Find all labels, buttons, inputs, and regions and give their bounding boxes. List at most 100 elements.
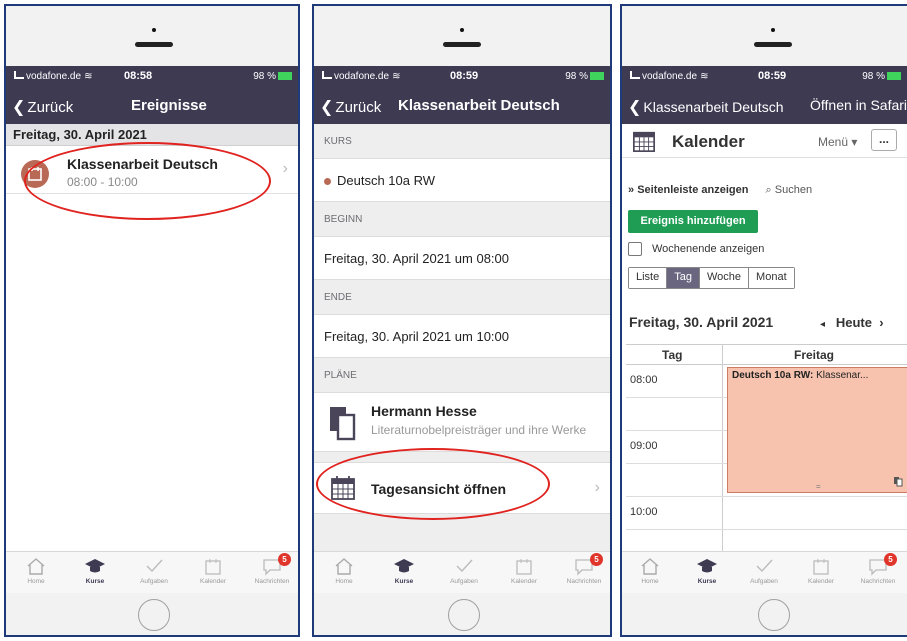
page-title: Klassenarbeit Deutsch [398, 97, 560, 114]
camera-dot [152, 28, 156, 32]
tab-nachrichten[interactable]: Nachrichten 5 [244, 553, 298, 585]
chevron-left-icon: ❮ [320, 99, 334, 116]
checkmark-icon [146, 559, 163, 573]
tab-home[interactable]: Home [622, 556, 678, 585]
sidebar-links: » Seitenleiste anzeigen ⌕ Suchen [628, 184, 812, 197]
wifi-icon: ≋ [392, 71, 401, 82]
weekend-checkbox[interactable] [628, 242, 642, 256]
nav-bar: ❮ Klassenarbeit Deutsch Öffnen in Safari [622, 88, 907, 124]
tab-aufgaben[interactable]: Aufgaben [736, 556, 792, 585]
highlight-ellipse [24, 142, 271, 220]
add-event-button[interactable]: Ereignis hinzufügen [628, 210, 758, 233]
tab-home[interactable]: Home [8, 556, 64, 585]
course-color-dot [324, 178, 331, 186]
back-button[interactable]: ❮ Klassenarbeit Deutsch [628, 97, 783, 117]
column-header-tag: Tag [662, 348, 683, 362]
view-day-button[interactable]: Tag [667, 268, 700, 288]
home-icon [335, 558, 353, 575]
top-bezel [622, 6, 907, 66]
tab-aufgaben[interactable]: Aufgaben [436, 556, 492, 585]
day-title: Freitag, 30. April 2021 [629, 314, 774, 330]
tab-kalender[interactable]: Kalender [793, 556, 849, 585]
calendar-grid-icon [633, 131, 655, 152]
event-detail-content: KURS Deutsch 10a RW BEGINN Freitag, 30. … [314, 124, 610, 551]
speaker [135, 42, 173, 47]
speaker [754, 42, 792, 47]
view-week-button[interactable]: Woche [700, 268, 750, 288]
back-button[interactable]: ❮ Zurück [320, 97, 381, 117]
menu-dropdown[interactable]: Menü ▾ [818, 135, 857, 149]
tab-bar: Home Kurse Aufgaben Kalender Nachrichten… [622, 551, 907, 593]
view-list-button[interactable]: Liste [629, 268, 668, 288]
tab-kurse[interactable]: Kurse [376, 556, 432, 585]
show-weekend-toggle[interactable]: Wochenende anzeigen [628, 242, 764, 256]
column-header-day: Freitag [794, 348, 835, 362]
view-month-button[interactable]: Monat [749, 268, 794, 288]
graduation-cap-icon [85, 559, 105, 573]
chevron-left-icon: ❮ [628, 99, 642, 116]
tab-kalender[interactable]: Kalender [185, 556, 241, 585]
search-link[interactable]: ⌕ Suchen [766, 184, 813, 196]
calendar-event[interactable]: Deutsch 10a RW: Klassenar... = [727, 367, 907, 493]
show-sidebar-link[interactable]: » Seitenleiste anzeigen [628, 184, 748, 196]
home-button[interactable] [138, 599, 170, 631]
day-navigation: ◂ Heute › [820, 315, 884, 330]
start-value: Freitag, 30. April 2021 um 08:00 [314, 236, 610, 280]
tab-aufgaben[interactable]: Aufgaben [126, 556, 182, 585]
events-content: Freitag, 30. April 2021 Klassenarbeit De… [6, 124, 298, 551]
bottom-bezel [6, 593, 298, 635]
home-icon [27, 558, 45, 575]
back-button[interactable]: ❮ Zurück [12, 97, 73, 117]
section-plaene-label: PLÄNE [314, 358, 610, 392]
signal-icon [630, 71, 640, 79]
wifi-icon: ≋ [84, 71, 93, 82]
bottom-bezel [622, 593, 907, 635]
tab-kalender[interactable]: Kalender [496, 556, 552, 585]
tab-kurse[interactable]: Kurse [679, 556, 735, 585]
battery: 98 % [862, 71, 901, 82]
tab-nachrichten[interactable]: Nachrichten 5 [850, 553, 906, 585]
today-button[interactable]: Heute [836, 315, 872, 330]
camera-dot [460, 28, 464, 32]
speaker [443, 42, 481, 47]
battery-icon [278, 72, 292, 81]
open-in-safari-button[interactable]: Öffnen in Safari [810, 97, 907, 113]
signal-icon [14, 71, 24, 79]
hour-row[interactable]: 10:00 [626, 497, 907, 530]
book-icon [330, 407, 356, 441]
more-button[interactable]: ... [871, 129, 897, 151]
carrier: vodafone.de ≋ [14, 71, 92, 82]
section-beginn-label: BEGINN [314, 202, 610, 236]
tab-nachrichten[interactable]: Nachrichten 5 [556, 553, 610, 585]
calendar-icon [516, 559, 532, 575]
home-button[interactable] [448, 599, 480, 631]
event-course: Deutsch 10a RW: [732, 370, 814, 381]
signal-icon [322, 71, 332, 79]
battery: 98 % [253, 71, 292, 82]
tab-kurse[interactable]: Kurse [67, 556, 123, 585]
tab-bar: Home Kurse Aufgaben Kalender Nachrichten… [6, 551, 298, 593]
home-icon [641, 558, 659, 575]
plan-title: Hermann Hesse [371, 403, 477, 419]
calendar-icon [813, 559, 829, 575]
chevron-right-icon: › [594, 479, 600, 496]
graduation-cap-icon [394, 559, 414, 573]
resize-handle[interactable]: = [816, 482, 821, 491]
calendar-icon [205, 559, 221, 575]
prev-arrow-icon[interactable]: ◂ [820, 319, 825, 330]
home-button[interactable] [758, 599, 790, 631]
battery-icon [887, 72, 901, 81]
tab-home[interactable]: Home [316, 556, 372, 585]
notification-badge: 5 [278, 553, 291, 566]
next-arrow-icon[interactable]: › [879, 315, 883, 330]
course-row[interactable]: Deutsch 10a RW [314, 158, 610, 202]
phone-event-detail: vodafone.de ≋ 08:59 98 % ❮ Zurück Klassena… [312, 4, 612, 637]
top-bezel [314, 6, 610, 66]
page-title: Ereignisse [131, 97, 207, 114]
tab-bar: Home Kurse Aufgaben Kalender Nachrichten… [314, 551, 610, 593]
plan-item[interactable]: Hermann Hesse Literaturnobelpreisträger … [314, 392, 610, 452]
nav-bar: ❮ Zurück Klassenarbeit Deutsch [314, 88, 610, 124]
carrier: vodafone.de ≋ [322, 71, 400, 82]
calendar-title: Kalender [672, 132, 745, 151]
screenshot-collage: vodafone.de ≋ 08:58 98 % ❮ Zurück Ereignis… [0, 0, 907, 641]
